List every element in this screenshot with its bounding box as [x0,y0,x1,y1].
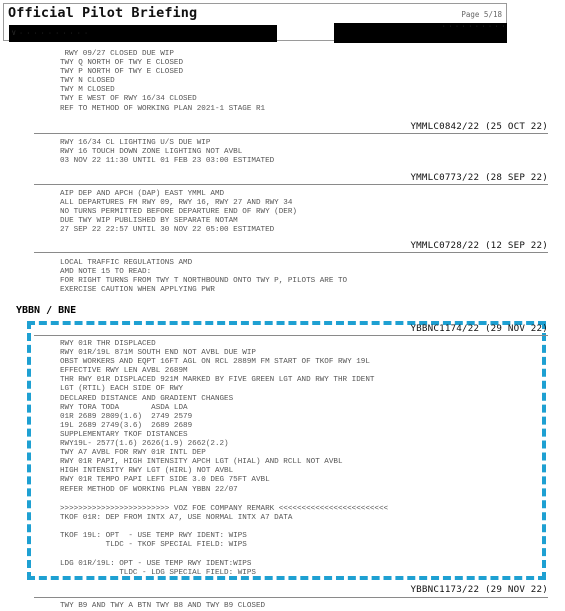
notam-text: LOCAL TRAFFIC REGULATIONS AMD AMD NOTE 1… [60,259,348,295]
notam-text: RWY 01R THR DISPLACED RWY 01R/19L 871M S… [60,340,375,494]
notam-text: RWY 16/34 CL LIGHTING U/S DUE WIP RWY 16… [60,139,275,166]
page-number: Page 5/18 [461,10,502,19]
notam-reference: YBBNC1174/22 (29 NOV 22) [410,323,548,334]
notam-text: AIP DEP AND APCH (DAP) EAST YMML AMD ALL… [60,190,297,235]
briefing-header: Official Pilot Briefing Page 5/18 V · · … [3,3,507,43]
divider [34,133,548,134]
company-remark: >>>>>>>>>>>>>>>>>>>>>>>> VOZ FOE COMPANY… [60,505,389,577]
divider [34,184,548,185]
notam-reference: YMMLC0842/22 (25 OCT 22) [410,121,548,132]
divider [34,597,548,598]
redacted-flight-info: V · · · · · · · · · · [9,25,277,42]
notam-reference: YBBNC1173/22 (29 NOV 22) [410,584,548,595]
notam-text: TWY B9 AND TWY A BTN TWY B8 AND TWY B9 C… [60,602,266,610]
document-title: Official Pilot Briefing [8,5,198,21]
notam-reference: YMMLC0773/22 (28 SEP 22) [410,172,548,183]
notam-text: RWY 09/27 CLOSED DUE WIP TWY Q NORTH OF … [60,50,266,113]
redacted-briefing-info: · · · · · · · · · · [334,23,507,43]
divider [34,335,548,336]
aerodrome-heading: YBBN / BNE [16,305,77,316]
divider [34,252,548,253]
notam-reference: YMMLC0728/22 (12 SEP 22) [410,240,548,251]
